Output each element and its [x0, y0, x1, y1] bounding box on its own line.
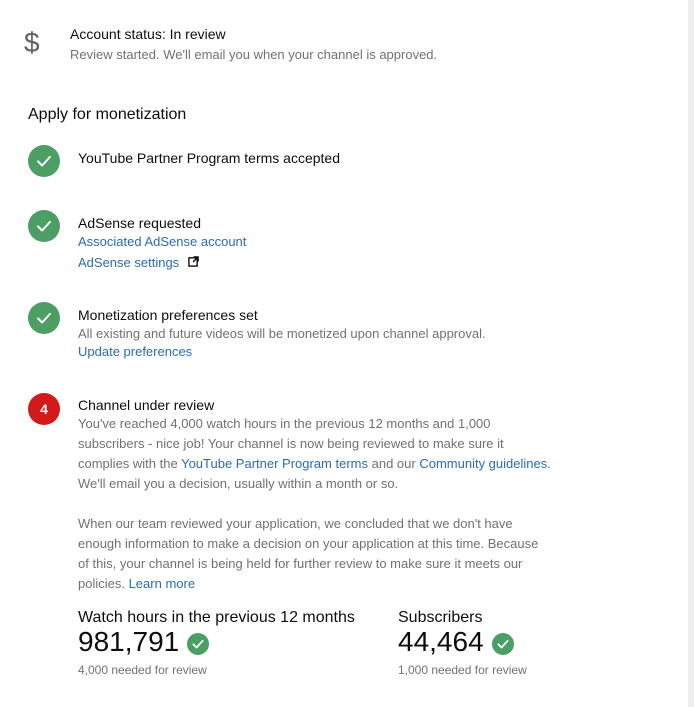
subscribers-label: Subscribers [398, 609, 483, 626]
community-guidelines-link[interactable]: Community guidelines [419, 456, 547, 471]
check-circle-icon [28, 302, 60, 334]
review-line: enough information to make a decision on… [78, 536, 539, 551]
review-line: subscribers - nice job! Your channel is … [78, 436, 504, 451]
watch-hours-stat: Watch hours in the previous 12 months 98… [78, 609, 355, 677]
watch-hours-label: Watch hours in the previous 12 months [78, 609, 355, 626]
review-paragraph-2: When our team reviewed your application,… [78, 514, 638, 594]
review-line: We'll email you a decision, usually with… [78, 476, 399, 491]
review-line: complies with the YouTube Partner Progra… [78, 454, 638, 474]
step-terms-title: YouTube Partner Program terms accepted [78, 150, 340, 166]
subscribers-value: 44,464 [398, 626, 484, 657]
step-review-title: Channel under review [78, 397, 215, 413]
watch-hours-note: 4,000 needed for review [78, 663, 207, 677]
dollar-icon: $ [24, 27, 40, 58]
check-circle-icon [491, 632, 514, 655]
step-preferences-description: All existing and future videos will be m… [78, 326, 486, 341]
external-link-icon [187, 254, 199, 272]
step-adsense-title: AdSense requested [78, 215, 201, 231]
check-circle-icon [187, 632, 210, 655]
check-circle-icon [28, 210, 60, 242]
review-line: policies. Learn more [78, 574, 638, 594]
step-preferences-title: Monetization preferences set [78, 307, 258, 323]
review-text: policies. [78, 576, 129, 591]
review-line: When our team reviewed your application,… [78, 516, 513, 531]
review-paragraph-1: You've reached 4,000 watch hours in the … [78, 414, 638, 494]
review-text: and our [368, 456, 420, 471]
step-number-badge: 4 [28, 393, 60, 425]
subscribers-note: 1,000 needed for review [398, 663, 527, 677]
adsense-settings-row[interactable]: AdSense settings [78, 254, 199, 272]
apply-heading: Apply for monetization [28, 106, 187, 123]
associated-adsense-link[interactable]: Associated AdSense account [78, 234, 246, 249]
review-line: of this, your channel is being held for … [78, 556, 523, 571]
check-circle-icon [28, 145, 60, 177]
watch-hours-value-row: 981,791 [78, 627, 355, 657]
update-preferences-link[interactable]: Update preferences [78, 344, 192, 359]
adsense-settings-link[interactable]: AdSense settings [78, 255, 179, 270]
subscribers-value-row: 44,464 [398, 627, 527, 657]
review-line: You've reached 4,000 watch hours in the … [78, 416, 491, 431]
account-status-subtitle: Review started. We'll email you when you… [70, 47, 438, 62]
watch-hours-value: 981,791 [78, 626, 180, 657]
review-text: . [547, 456, 551, 471]
account-status-title: Account status: In review [70, 26, 226, 42]
subscribers-stat: Subscribers 44,464 1,000 needed for revi… [398, 609, 527, 677]
review-text: complies with the [78, 456, 182, 471]
partner-program-terms-link[interactable]: YouTube Partner Program terms [181, 456, 368, 471]
scrollbar-track[interactable] [688, 0, 694, 707]
learn-more-link[interactable]: Learn more [129, 576, 195, 591]
